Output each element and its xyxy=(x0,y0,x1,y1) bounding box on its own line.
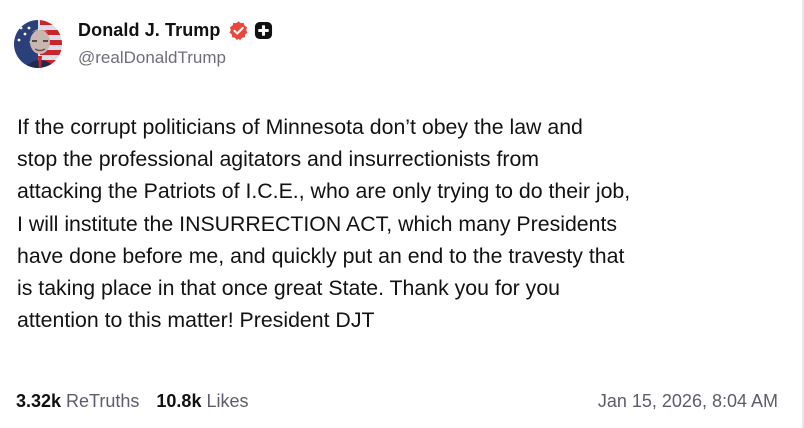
retruths-count: 3.32k xyxy=(16,390,62,411)
retruths-stat[interactable]: 3.32k ReTruths xyxy=(16,391,139,412)
avatar-image xyxy=(14,20,62,68)
likes-count: 10.8k xyxy=(156,390,202,411)
author-name-row: Donald J. Trump xyxy=(78,14,273,46)
author-avatar[interactable] xyxy=(14,20,62,68)
author-handle[interactable]: @realDonaldTrump xyxy=(78,48,273,68)
author-display-name[interactable]: Donald J. Trump xyxy=(78,20,221,41)
verified-badge-icon xyxy=(228,20,249,41)
post-body-text: If the corrupt politicians of Minnesota … xyxy=(17,115,631,333)
likes-stat[interactable]: 10.8k Likes xyxy=(156,391,248,412)
likes-label: Likes xyxy=(206,390,249,411)
retruths-label: ReTruths xyxy=(66,390,140,411)
post-footer: 3.32k ReTruths 10.8k Likes Jan 15, 2026,… xyxy=(16,388,778,414)
author-identity: Donald J. Trump @realDonaldTrump xyxy=(78,14,273,68)
post-header: Donald J. Trump @realDonaldTrump xyxy=(14,14,273,72)
post-timestamp[interactable]: Jan 15, 2026, 8:04 AM xyxy=(598,391,778,412)
truth-post-card: Donald J. Trump @realDonaldTrump If the … xyxy=(0,0,804,428)
plus-badge-icon xyxy=(254,21,273,40)
